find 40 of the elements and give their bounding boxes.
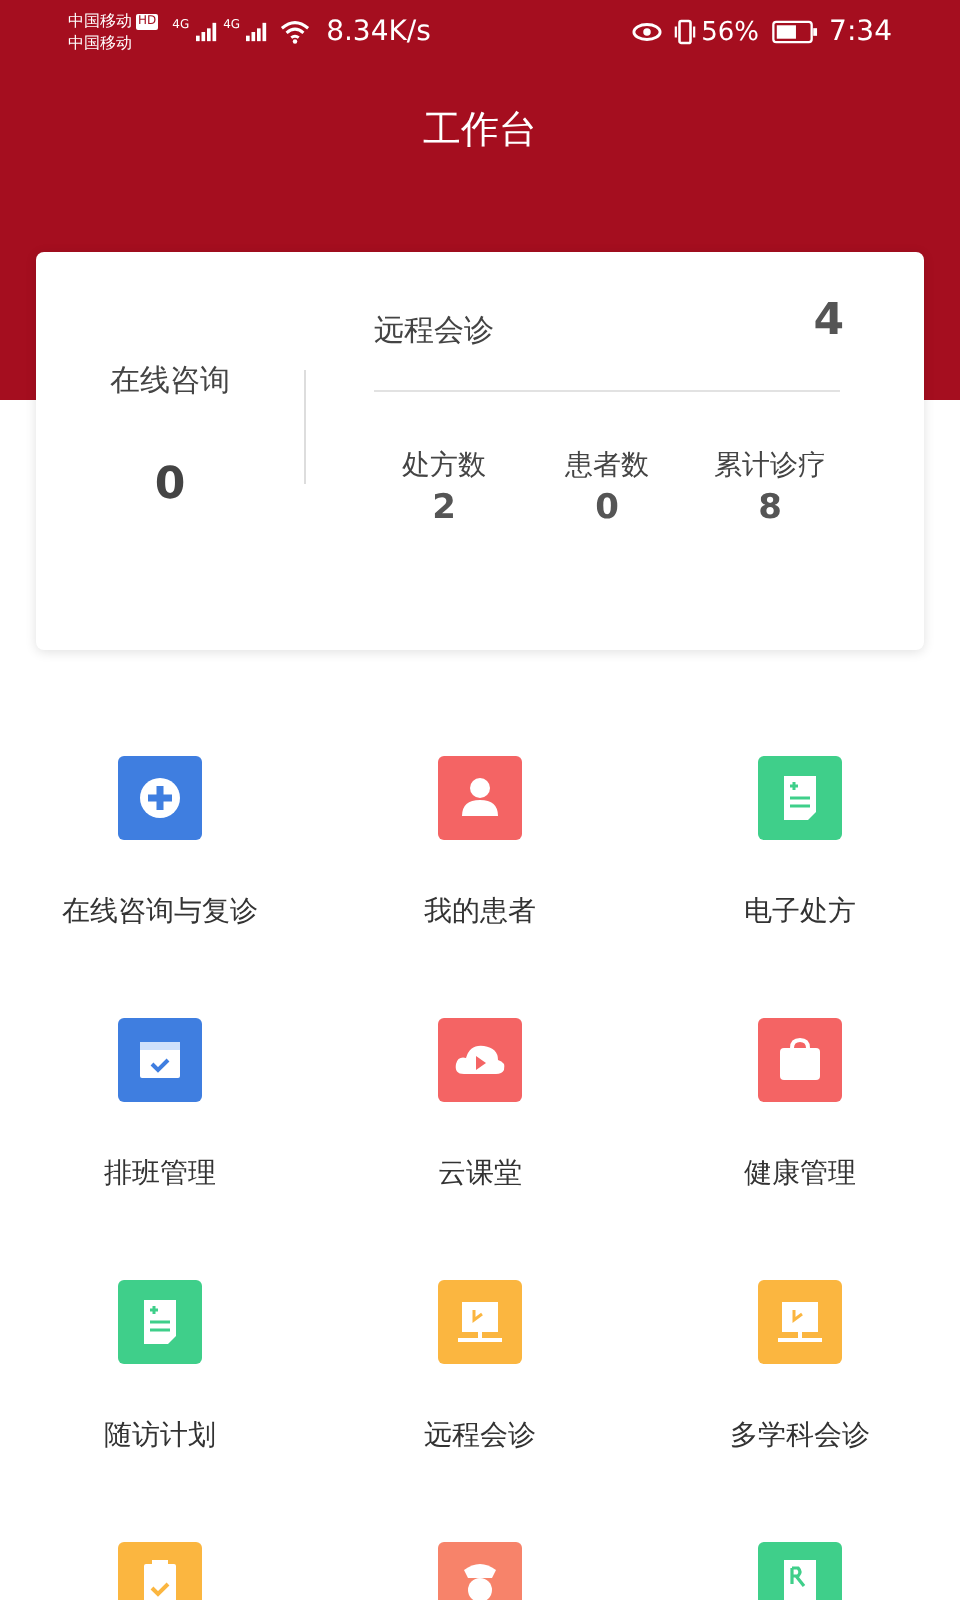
stat-value: 2 xyxy=(432,488,456,528)
menu-item[interactable]: 随访计划 xyxy=(0,1280,320,1472)
stat-label: 处方数 xyxy=(402,448,486,484)
menu-item[interactable]: 云课堂 xyxy=(320,1018,640,1210)
carrier-name: 中国移动 xyxy=(68,10,132,32)
menu-item[interactable]: 远程会诊 xyxy=(320,1280,640,1472)
stat-label: 累计诊疗 xyxy=(714,448,826,484)
stat-value: 4 xyxy=(813,296,844,346)
page-title: 工作台 xyxy=(421,106,539,156)
stat-value: 0 xyxy=(595,488,619,528)
calendar-icon[interactable] xyxy=(118,1018,202,1102)
cloud-icon[interactable] xyxy=(438,1018,522,1102)
document-icon[interactable] xyxy=(758,756,842,840)
carrier-name: 中国移动 xyxy=(68,32,134,54)
stat-value: 0 xyxy=(154,460,186,510)
person-icon[interactable] xyxy=(438,756,522,840)
eye-icon xyxy=(631,22,662,42)
battery-icon xyxy=(771,20,818,44)
stat-label: 远程会诊 xyxy=(374,312,494,350)
menu-item[interactable]: 我的患者 xyxy=(320,756,640,948)
monitor-icon[interactable] xyxy=(758,1280,842,1364)
monitor-icon[interactable] xyxy=(438,1280,522,1364)
network-speed: 8.34K/s xyxy=(326,16,431,48)
bag-icon[interactable] xyxy=(758,1018,842,1102)
menu-item[interactable]: 在线咨询与复诊 xyxy=(0,756,320,948)
document-icon[interactable] xyxy=(118,1280,202,1364)
battery-percent: 56% xyxy=(701,17,760,47)
vibrate-icon xyxy=(673,18,696,46)
stat-label: 在线咨询 xyxy=(110,362,230,400)
stat-label: 患者数 xyxy=(565,448,649,484)
menu-item[interactable]: 健康管理 xyxy=(640,1018,960,1210)
wifi-icon xyxy=(280,20,311,44)
menu-item[interactable]: 电子处方 xyxy=(640,756,960,948)
menu-item[interactable]: 多学科会诊 xyxy=(640,1280,960,1472)
signal-icon xyxy=(246,22,269,42)
menu-item[interactable]: 排班管理 xyxy=(0,1018,320,1210)
plus-icon[interactable] xyxy=(118,756,202,840)
stat-value: 8 xyxy=(758,488,782,528)
clock-time: 7:34 xyxy=(829,16,892,48)
signal-icon xyxy=(195,22,218,42)
